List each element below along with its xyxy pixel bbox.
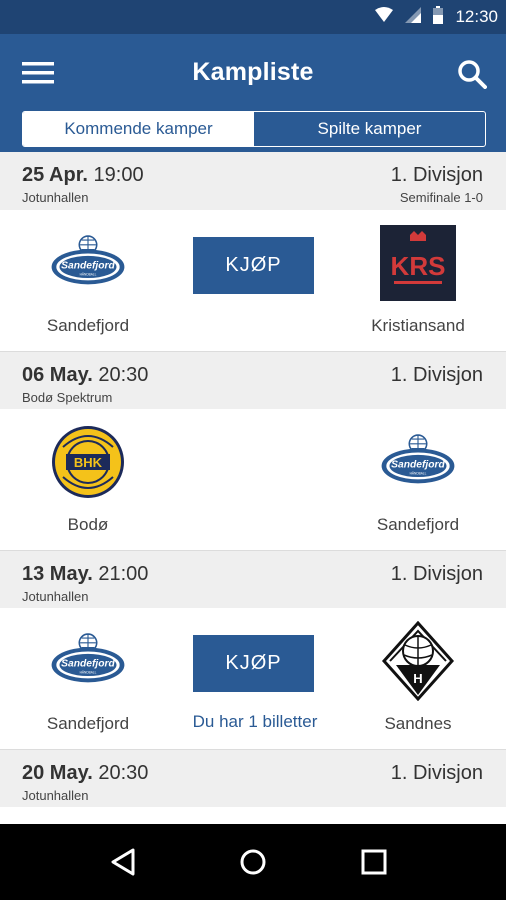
match-venue: Jotunhallen [22,788,89,803]
bodo-bhk-logo: BHK [50,424,126,500]
app-bar: Kampliste Kommende kamper Spilte kamper [0,34,506,152]
tab-played-matches[interactable]: Spilte kamper [254,112,485,146]
match-header[interactable]: 25 Apr. 19:00 Jotunhallen 1. Divisjon Se… [0,152,506,210]
ticket-count-link[interactable]: Du har 1 billetter [160,712,350,732]
svg-text:Sandefjord: Sandefjord [61,261,115,272]
match-venue: Bodø Spektrum [22,390,113,405]
back-icon[interactable] [103,842,143,882]
match-list[interactable]: 25 Apr. 19:00 Jotunhallen 1. Divisjon Se… [0,152,506,824]
match-header[interactable]: 13 May. 21:00 Jotunhallen 1. Divisjon [0,550,506,608]
match-division: 1. Divisjon [390,563,483,585]
match-time: 19:00 [93,164,144,186]
svg-text:HÅNDBALL: HÅNDBALL [410,471,427,476]
page-title: Kampliste [192,58,314,86]
sandnes-logo: H [380,621,456,701]
svg-text:HÅNDBALL: HÅNDBALL [80,272,97,277]
match-card[interactable]: Sandefjord HÅNDBALL Sandefjord KJØP KRS … [0,210,506,351]
kristiansand-logo: KRS [380,225,456,301]
home-icon[interactable] [233,842,273,882]
svg-text:H: H [413,671,422,686]
search-icon[interactable] [452,54,492,94]
status-icons: 12:30 [375,0,498,34]
match-date: 20 May. [22,762,93,784]
home-team-name: Sandefjord [46,714,130,733]
status-bar: 12:30 [0,0,506,34]
recents-icon[interactable] [354,842,394,882]
match-datetime: 06 May. 20:30 [22,364,148,387]
away-team-name: Kristiansand [371,316,465,335]
match-datetime: 13 May. 21:00 [22,563,148,586]
sandefjord-logo: Sandefjord HÅNDBALL [50,225,126,301]
match-division: 1. Divisjon [390,164,483,186]
away-team-name: Sandefjord [376,515,460,534]
home-team-name: Bodø [67,515,109,534]
match-header[interactable]: 20 May. 20:30 Jotunhallen 1. Divisjon [0,749,506,807]
battery-icon [433,5,444,29]
home-team-name: Sandefjord [46,316,130,335]
home-team: Sandefjord HÅNDBALL Sandefjord [13,608,163,749]
status-time: 12:30 [455,7,498,26]
match-datetime: 25 Apr. 19:00 [22,164,144,187]
away-team: Sandefjord HÅNDBALL Sandefjord [343,409,493,550]
away-team-name: Sandnes [384,714,452,733]
match-division: 1. Divisjon [390,762,483,784]
home-team: BHK Bodø [13,409,163,550]
match-card[interactable]: BHK Bodø Sandefjord HÅNDBALL Sandefjord [0,409,506,550]
svg-text:KRS: KRS [391,251,446,281]
away-team: KRS Kristiansand [343,210,493,351]
match-card[interactable]: Sandefjord HÅNDBALL Sandefjord KJØP Du h… [0,608,506,749]
svg-text:Sandefjord: Sandefjord [391,460,445,471]
buy-ticket-button[interactable]: KJØP [193,635,314,692]
match-date: 06 May. [22,364,93,386]
away-team: H Sandnes [343,608,493,749]
buy-ticket-button[interactable]: KJØP [193,237,314,294]
svg-text:Sandefjord: Sandefjord [61,659,115,670]
match-time: 20:30 [98,762,149,784]
home-team: Sandefjord HÅNDBALL Sandefjord [13,210,163,351]
match-date: 25 Apr. [22,164,88,186]
match-date: 13 May. [22,563,93,585]
match-venue: Jotunhallen [22,589,89,604]
match-time: 20:30 [98,364,149,386]
match-division: 1. Divisjon [390,364,483,386]
wifi-icon [375,6,394,28]
svg-text:BHK: BHK [74,455,103,470]
match-header[interactable]: 06 May. 20:30 Bodø Spektrum 1. Divisjon [0,351,506,409]
cell-signal-icon [405,6,422,28]
match-datetime: 20 May. 20:30 [22,762,148,785]
match-time: 21:00 [98,563,149,585]
match-venue: Jotunhallen [22,190,89,205]
sandefjord-logo: Sandefjord HÅNDBALL [380,424,456,500]
sandefjord-logo: Sandefjord HÅNDBALL [50,623,126,699]
match-tabs: Kommende kamper Spilte kamper [22,111,486,147]
navigation-bar [0,824,506,900]
match-round: Semifinale 1-0 [399,190,483,205]
tab-upcoming-matches[interactable]: Kommende kamper [23,112,254,146]
svg-text:HÅNDBALL: HÅNDBALL [80,670,97,675]
